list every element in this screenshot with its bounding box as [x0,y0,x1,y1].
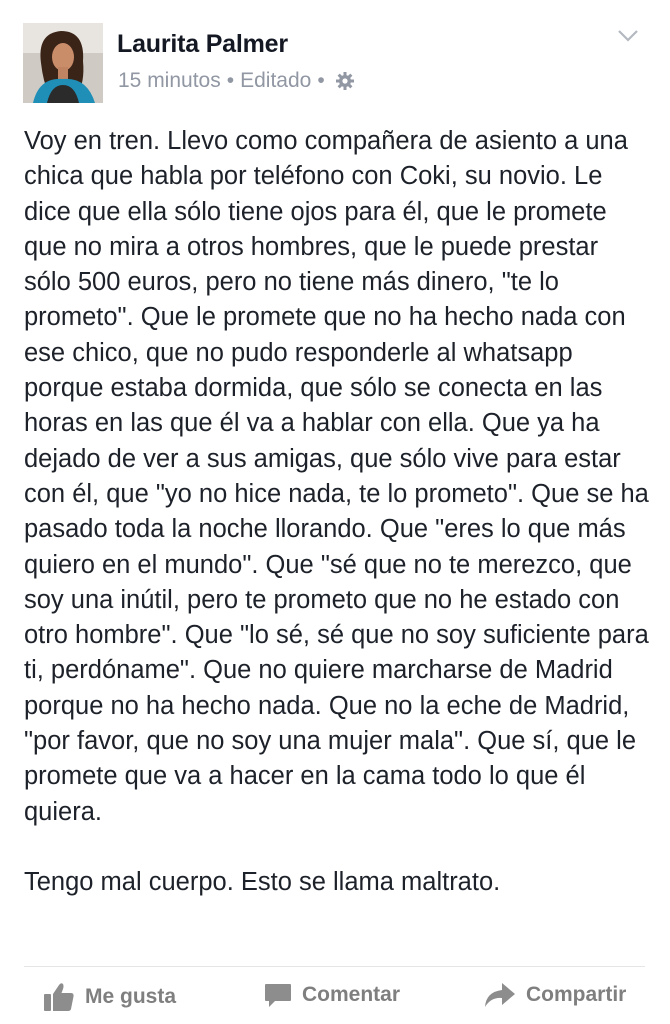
like-button[interactable]: Me gusta [42,980,176,1014]
post-time[interactable]: 15 minutos [118,69,221,93]
share-arrow-icon [485,983,515,1007]
share-button[interactable]: Compartir [483,980,626,1010]
post-meta: 15 minutos • Editado • [118,69,355,93]
meta-separator: • [317,69,325,92]
share-label: Compartir [526,983,627,1006]
author-name[interactable]: Laurita Palmer [117,30,288,59]
comment-label: Comentar [302,983,401,1006]
edited-label[interactable]: Editado [240,69,311,93]
like-label: Me gusta [85,985,177,1008]
gear-icon[interactable] [335,71,355,91]
comment-button[interactable]: Comentar [263,980,400,1010]
chevron-down-icon[interactable] [616,26,640,44]
action-bar: Me gusta Comentar Compartir [0,968,670,1024]
speech-bubble-icon [265,984,291,1007]
avatar[interactable] [23,23,103,103]
meta-separator: • [226,69,235,92]
post-body: Voy en tren. Llevo como compañera de asi… [24,124,649,900]
post-paragraph: Voy en tren. Llevo como compañera de asi… [24,127,649,826]
profile-photo [23,23,103,103]
post-header: Laurita Palmer 15 minutos • Editado • [0,0,670,118]
post-paragraph: Tengo mal cuerpo. Esto se llama maltrato… [24,867,501,896]
divider [24,966,645,967]
thumbs-up-icon [44,983,74,1011]
